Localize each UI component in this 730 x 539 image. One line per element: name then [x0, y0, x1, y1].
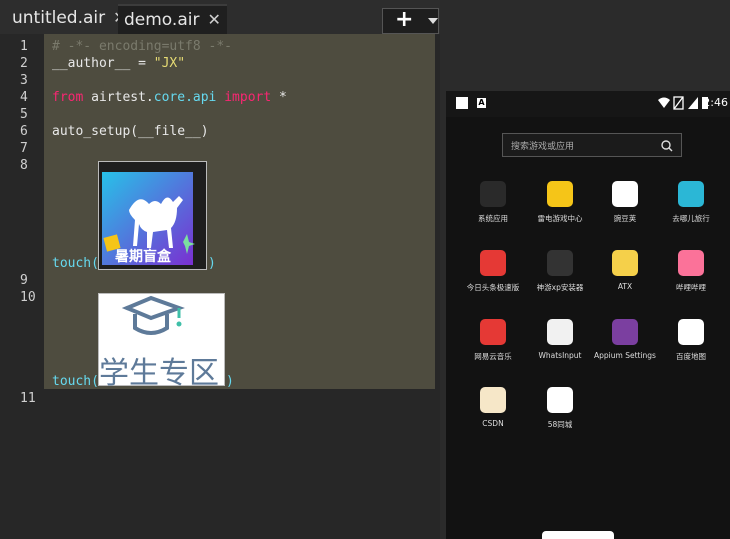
code-token: airtest. — [83, 90, 154, 105]
close-icon[interactable]: ✕ — [207, 10, 220, 29]
search-placeholder: 搜索游戏或应用 — [511, 142, 575, 152]
touch-call-1-end: ) — [208, 256, 216, 271]
search-input[interactable]: 搜索游戏或应用 — [502, 133, 682, 157]
line-number: 2 — [20, 56, 28, 71]
app-icon-image — [480, 250, 506, 276]
app-label: ATX — [617, 282, 633, 291]
chevron-down-icon[interactable] — [426, 8, 439, 34]
app-icon-image — [480, 181, 506, 207]
app-icon-image — [480, 387, 506, 413]
app-label: 豌豆荚 — [613, 214, 637, 223]
home-indicator[interactable] — [542, 531, 614, 539]
line-number: 9 — [20, 273, 28, 288]
script-editor: untitled.air✕ demo.air ✕ + 1 2 3 4 5 6 7 … — [0, 0, 440, 539]
app-icon-5[interactable]: 神游xp安装器 — [527, 250, 593, 293]
app-label: 系统应用 — [478, 214, 508, 223]
line-number: 11 — [20, 391, 36, 406]
code-token: import — [216, 90, 272, 105]
app-icon-10[interactable]: Appium Settings — [592, 319, 658, 360]
template-image-2[interactable]: 学生专区 — [98, 293, 225, 391]
status-bar: A 2:46 — [446, 91, 730, 117]
device-screen[interactable]: A 2:46 搜索游戏或应用 系统应用 雷电游戏中心 豌豆荚 去哪儿旅行今日头条极速版… — [446, 91, 730, 539]
tab-bar: untitled.air✕ demo.air ✕ + — [0, 0, 440, 34]
app-icon-image — [547, 250, 573, 276]
code-line-1: # -*- encoding=utf8 -*- — [52, 39, 233, 54]
app-icon-6[interactable]: ATX — [592, 250, 658, 291]
app-notification-icon: A — [477, 98, 486, 108]
app-label: 哔哩哔哩 — [676, 283, 706, 292]
app-label: 百度地图 — [676, 352, 706, 361]
line-number: 8 — [20, 158, 28, 173]
app-icon-1[interactable]: 雷电游戏中心 — [527, 181, 593, 224]
line-number: 6 — [20, 124, 28, 139]
line-number: 10 — [20, 290, 36, 305]
code-token: * — [271, 90, 287, 105]
app-icon-2[interactable]: 豌豆荚 — [592, 181, 658, 224]
app-icon-image — [678, 319, 704, 345]
line-number: 7 — [20, 141, 28, 156]
app-label: 雷电游戏中心 — [537, 214, 583, 223]
app-icon-7[interactable]: 哔哩哔哩 — [658, 250, 724, 293]
app-icon-image — [612, 319, 638, 345]
template-image-1[interactable]: 暑期盲盒 — [98, 161, 207, 270]
app-icon-image — [678, 250, 704, 276]
code-line-2: __author__ = "JX" — [52, 56, 185, 71]
touch-call-1: touch( — [52, 256, 99, 271]
graduation-cap-icon — [121, 295, 185, 335]
app-icon-9[interactable]: WhatsInput — [527, 319, 593, 360]
template-caption: 暑期盲盒 — [115, 249, 171, 265]
app-icon-image — [612, 250, 638, 276]
code-line-6: auto_setup(__file__) — [52, 124, 209, 139]
line-number: 1 — [20, 39, 28, 54]
app-icon-13[interactable]: 58同城 — [527, 387, 593, 430]
code-token: from — [52, 90, 84, 105]
tab-untitled[interactable]: untitled.air✕ — [12, 4, 127, 32]
app-label: CSDN — [482, 419, 504, 428]
app-label: 神游xp安装器 — [536, 283, 584, 292]
add-tab-button[interactable]: + — [382, 8, 428, 34]
code-area[interactable]: # -*- encoding=utf8 -*- __author__ = "JX… — [44, 34, 435, 539]
tab-label: untitled.air — [12, 8, 106, 28]
line-number: 4 — [20, 90, 28, 105]
code-line-4: from airtest.core.api import * — [52, 90, 287, 105]
app-icon-image — [547, 181, 573, 207]
app-icon-0[interactable]: 系统应用 — [460, 181, 526, 224]
app-label: 今日头条极速版 — [466, 283, 520, 292]
line-number-gutter: 1 2 3 4 5 6 7 8 9 10 11 — [0, 34, 44, 539]
plus-icon: + — [395, 7, 414, 32]
code-token: __author__ = — [52, 56, 154, 71]
template-caption: 学生专区 — [99, 356, 219, 391]
app-label: WhatsInput — [538, 351, 582, 360]
app-icon-12[interactable]: CSDN — [460, 387, 526, 428]
app-icon-image — [612, 181, 638, 207]
search-icon — [661, 140, 673, 152]
touch-call-2: touch( — [52, 374, 99, 389]
app-icon-image — [547, 387, 573, 413]
app-label: 58同城 — [547, 420, 573, 429]
app-label: 去哪儿旅行 — [672, 214, 710, 223]
app-icon-11[interactable]: 百度地图 — [658, 319, 724, 362]
app-icon-image — [547, 319, 573, 345]
app-label: Appium Settings — [594, 351, 656, 360]
code-token: core.api — [153, 90, 217, 105]
code-token: "JX" — [153, 56, 186, 71]
app-icon-4[interactable]: 今日头条极速版 — [460, 250, 526, 293]
notification-icon — [456, 97, 468, 109]
tab-demo[interactable]: demo.air ✕ — [118, 4, 227, 34]
clock: 2:46 — [703, 96, 728, 109]
tab-label: demo.air — [124, 10, 200, 30]
app-label: 网易云音乐 — [474, 352, 512, 361]
app-icon-image — [678, 181, 704, 207]
app-icon-8[interactable]: 网易云音乐 — [460, 319, 526, 362]
line-number: 5 — [20, 107, 28, 122]
app-icon-image — [480, 319, 506, 345]
app-icon-3[interactable]: 去哪儿旅行 — [658, 181, 724, 224]
touch-call-2-end: ) — [226, 374, 234, 389]
line-number: 3 — [20, 73, 28, 88]
